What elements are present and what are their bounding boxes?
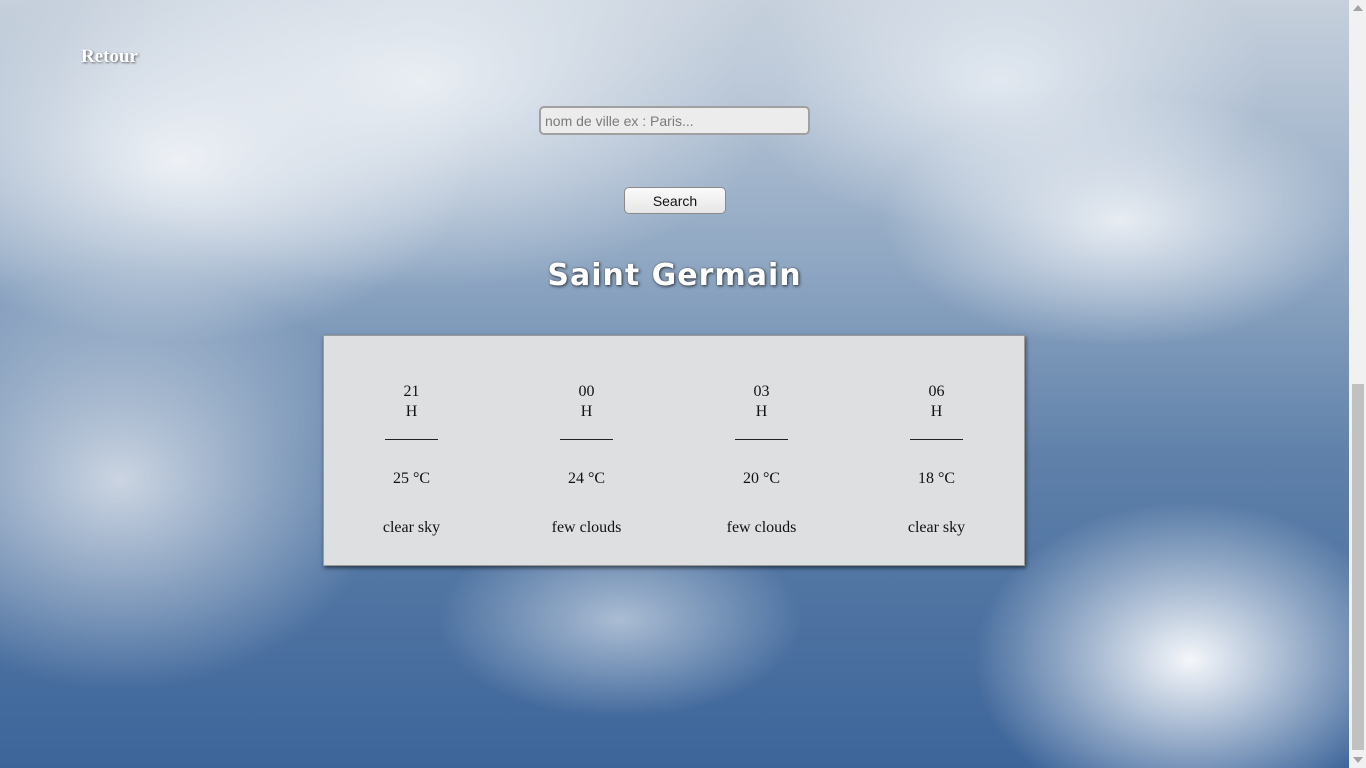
forecast-item: 03 H 20 °C few clouds: [674, 336, 849, 565]
forecast-panel: 21 H 25 °C clear sky 00 H 24 °C few clou…: [323, 335, 1025, 566]
forecast-hour: 21: [403, 383, 420, 400]
forecast-divider: [909, 439, 963, 440]
search-button[interactable]: Search: [624, 187, 726, 214]
scrollbar-thumb[interactable]: [1352, 384, 1364, 750]
forecast-hour: 00: [578, 383, 595, 400]
forecast-hour: 06: [928, 383, 945, 400]
city-title: Saint Germain: [547, 258, 802, 293]
forecast-divider: [559, 439, 613, 440]
forecast-item: 21 H 25 °C clear sky: [324, 336, 499, 565]
scroll-down-arrow-icon[interactable]: [1353, 757, 1363, 763]
forecast-hour: 03: [753, 383, 770, 400]
forecast-description: clear sky: [907, 519, 966, 536]
forecast-hour-unit: H: [580, 403, 593, 420]
scroll-up-arrow-icon[interactable]: [1353, 5, 1363, 11]
forecast-item: 00 H 24 °C few clouds: [499, 336, 674, 565]
city-search-input[interactable]: [539, 106, 810, 135]
forecast-divider: [734, 439, 788, 440]
forecast-temperature: 18 °C: [917, 470, 956, 487]
forecast-hour-unit: H: [405, 403, 418, 420]
forecast-item: 06 H 18 °C clear sky: [849, 336, 1024, 565]
forecast-description: few clouds: [551, 519, 622, 536]
forecast-temperature: 20 °C: [742, 470, 781, 487]
forecast-description: few clouds: [726, 519, 797, 536]
forecast-hour-unit: H: [930, 403, 943, 420]
forecast-description: clear sky: [382, 519, 441, 536]
forecast-temperature: 24 °C: [567, 470, 606, 487]
back-link[interactable]: Retour: [81, 46, 138, 68]
forecast-hour-unit: H: [755, 403, 768, 420]
vertical-scrollbar[interactable]: [1349, 0, 1366, 768]
forecast-divider: [384, 439, 438, 440]
forecast-temperature: 25 °C: [392, 470, 431, 487]
